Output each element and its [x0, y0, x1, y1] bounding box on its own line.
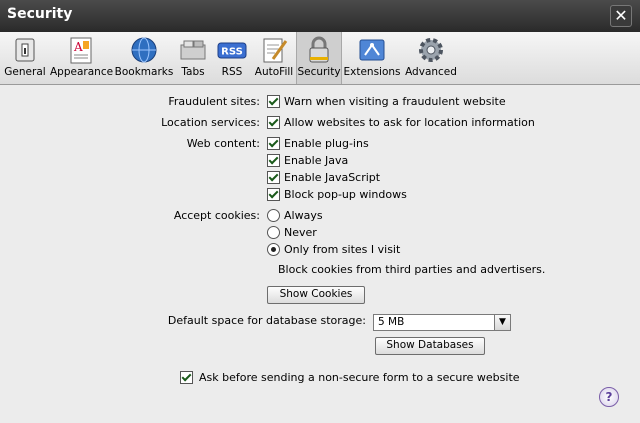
tab-label: Advanced: [405, 66, 457, 78]
show-databases-button[interactable]: Show Databases: [375, 337, 485, 355]
tabs-icon: [180, 40, 206, 60]
block-popups-checkbox[interactable]: [267, 188, 280, 201]
location-services-label: Location services:: [161, 116, 260, 129]
fraudulent-sites-label: Fraudulent sites:: [168, 95, 260, 108]
general-icon: [15, 38, 35, 62]
cookies-visited-only-label: Only from sites I visit: [284, 243, 401, 256]
tab-appearance[interactable]: A Appearance: [50, 32, 114, 84]
block-popups-label: Block pop-up windows: [284, 188, 407, 201]
database-storage-label: Default space for database storage:: [167, 314, 366, 327]
fraudulent-warning-label: Warn when visiting a fraudulent website: [284, 95, 506, 108]
tab-advanced[interactable]: Advanced: [404, 32, 458, 84]
tab-label: General: [4, 66, 46, 78]
chevron-down-icon[interactable]: ▼: [494, 315, 510, 330]
location-permission-checkbox[interactable]: [267, 116, 280, 129]
database-storage-value: 5 MB: [378, 316, 405, 328]
help-button[interactable]: ?: [599, 387, 619, 407]
cookies-always-label: Always: [284, 209, 323, 222]
tab-label: Appearance: [50, 66, 114, 78]
tab-security[interactable]: Security: [296, 32, 342, 84]
help-icon: ?: [605, 390, 613, 404]
rss-icon: RSS: [217, 42, 247, 59]
appearance-icon: A: [70, 37, 92, 64]
enable-java-checkbox[interactable]: [267, 154, 280, 167]
autofill-icon: [263, 38, 288, 63]
show-cookies-button[interactable]: Show Cookies: [267, 286, 365, 304]
cookies-visited-only-radio[interactable]: [267, 243, 280, 256]
tab-label: Security: [297, 66, 341, 78]
tab-bookmarks[interactable]: Bookmarks: [114, 32, 174, 84]
enable-javascript-checkbox[interactable]: [267, 171, 280, 184]
tab-label: Extensions: [343, 66, 401, 78]
secure-form-warning-label: Ask before sending a non-secure form to …: [199, 371, 520, 384]
enable-java-label: Enable Java: [284, 154, 349, 167]
enable-plugins-checkbox[interactable]: [267, 137, 280, 150]
tab-extensions[interactable]: Extensions: [342, 32, 402, 84]
enable-javascript-label: Enable JavaScript: [284, 171, 381, 184]
tab-label: Bookmarks: [114, 66, 174, 78]
tab-label: RSS: [221, 66, 243, 78]
cookies-always-radio[interactable]: [267, 209, 280, 222]
fraudulent-warning-checkbox[interactable]: [267, 95, 280, 108]
cookies-never-radio[interactable]: [267, 226, 280, 239]
secure-form-warning-checkbox[interactable]: [180, 371, 193, 384]
rss-badge-text: RSS: [221, 47, 243, 58]
bookmarks-globe-icon: [131, 37, 157, 63]
cookies-never-label: Never: [284, 226, 317, 239]
tab-autofill[interactable]: AutoFill: [254, 32, 294, 84]
location-permission-label: Allow websites to ask for location infor…: [284, 116, 535, 129]
preferences-toolbar: General A Appearance Bookmarks Tabs RSS: [0, 32, 640, 85]
web-content-label: Web content:: [186, 137, 260, 150]
svg-text:A: A: [73, 40, 83, 54]
window-title: Security: [7, 6, 73, 22]
close-icon: ✕: [614, 6, 628, 25]
extensions-icon: [359, 39, 385, 61]
enable-plugins-label: Enable plug-ins: [284, 137, 369, 150]
database-storage-select[interactable]: 5 MB ▼: [373, 314, 511, 331]
accept-cookies-label: Accept cookies:: [173, 209, 260, 222]
tab-general[interactable]: General: [2, 32, 48, 84]
tab-label: AutoFill: [254, 66, 294, 78]
cookies-note: Block cookies from third parties and adv…: [278, 263, 546, 276]
tab-rss[interactable]: RSS RSS: [212, 32, 252, 84]
tab-tabs[interactable]: Tabs: [176, 32, 210, 84]
tab-label: Tabs: [181, 66, 205, 78]
gear-icon: [419, 38, 443, 62]
close-button[interactable]: ✕: [610, 5, 632, 27]
lock-icon: [309, 36, 329, 63]
title-bar: Security ✕: [0, 0, 640, 32]
